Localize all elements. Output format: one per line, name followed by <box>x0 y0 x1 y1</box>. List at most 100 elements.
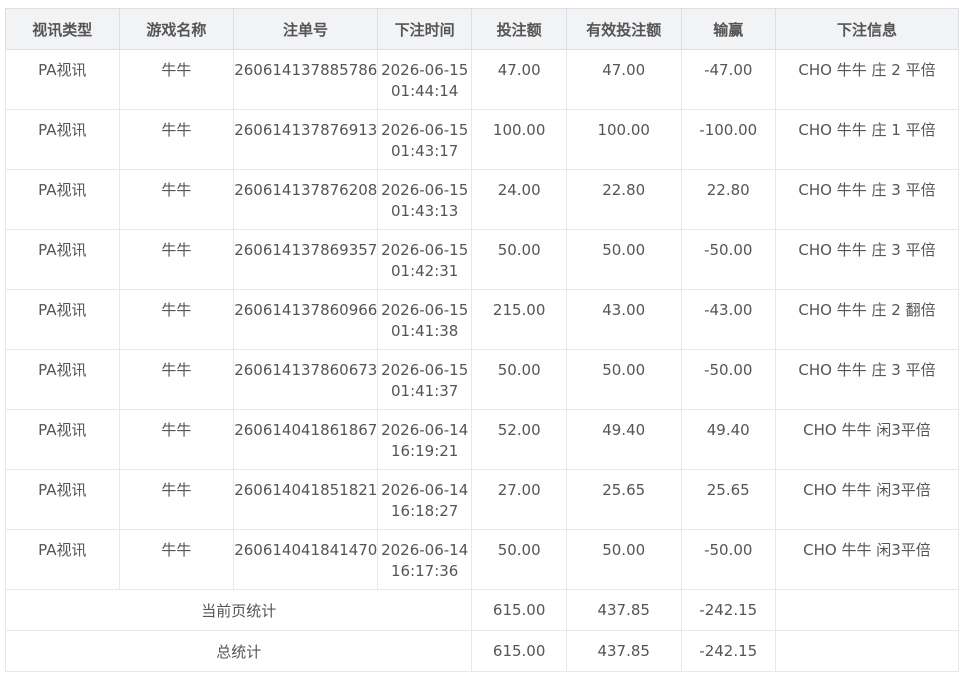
cell-valid-bet: 50.00 <box>565 229 682 290</box>
cell-live-type: PA视讯 <box>5 409 120 470</box>
cell-bet-info: CHO 牛牛 闲3平倍 <box>774 409 960 470</box>
total-win: -242.15 <box>680 630 776 672</box>
table-header-row: 视讯类型 游戏名称 注单号 下注时间 投注额 有效投注额 输赢 下注信息 <box>5 8 960 50</box>
cell-live-type: PA视讯 <box>5 169 120 230</box>
table-row: PA视讯 牛牛 260614137876913 2026-06-15 01:43:17 1… <box>5 109 960 170</box>
cell-game-name: 牛牛 <box>118 409 235 470</box>
cell-order-number: 260614041861867 <box>233 409 378 470</box>
cell-win-loss: -100.00 <box>680 109 776 170</box>
cell-win-loss: -50.00 <box>680 349 776 410</box>
cell-valid-bet: 50.00 <box>565 349 682 410</box>
table-row: PA视讯 牛牛 260614041841470 2026-06-14 16:17:36 5… <box>5 529 960 590</box>
cell-order-number: 260614041851821 <box>233 469 378 530</box>
bet-date: 2026-06-15 <box>381 241 469 259</box>
header-live-type: 视讯类型 <box>5 8 120 50</box>
cell-bet-time: 2026-06-15 01:43:17 <box>376 109 473 170</box>
bet-date: 2026-06-14 <box>381 421 469 439</box>
cell-bet-info: CHO 牛牛 闲3平倍 <box>774 529 960 590</box>
cell-game-name: 牛牛 <box>118 109 235 170</box>
cell-win-loss: 49.40 <box>680 409 776 470</box>
bet-date: 2026-06-14 <box>381 481 469 499</box>
table-row: PA视讯 牛牛 260614041861867 2026-06-14 16:19:21 5… <box>5 409 960 470</box>
header-bet-amount: 投注额 <box>471 8 567 50</box>
cell-bet-info: CHO 牛牛 庄 3 平倍 <box>774 229 960 290</box>
table-row: PA视讯 牛牛 260614137876208 2026-06-15 01:43:13 2… <box>5 169 960 230</box>
bet-date: 2026-06-14 <box>381 541 469 559</box>
cell-bet-info: CHO 牛牛 庄 1 平倍 <box>774 109 960 170</box>
cell-game-name: 牛牛 <box>118 49 235 110</box>
cell-bet-info: CHO 牛牛 庄 2 翻倍 <box>774 289 960 350</box>
cell-bet-info: CHO 牛牛 庄 3 平倍 <box>774 169 960 230</box>
cell-win-loss: -50.00 <box>680 229 776 290</box>
bet-clock-time: 01:42:31 <box>390 262 459 280</box>
cell-bet-time: 2026-06-15 01:42:31 <box>376 229 473 290</box>
cell-bet-time: 2026-06-14 16:18:27 <box>376 469 473 530</box>
cell-live-type: PA视讯 <box>5 49 120 110</box>
cell-game-name: 牛牛 <box>118 169 235 230</box>
bet-date: 2026-06-15 <box>381 301 469 319</box>
cell-bet-time: 2026-06-15 01:43:13 <box>376 169 473 230</box>
bet-clock-time: 16:18:27 <box>390 502 459 520</box>
cell-bet-time: 2026-06-15 01:41:38 <box>376 289 473 350</box>
cell-bet-info: CHO 牛牛 庄 2 平倍 <box>774 49 960 110</box>
cell-game-name: 牛牛 <box>118 229 235 290</box>
summary-valid: 437.85 <box>565 589 682 631</box>
cell-order-number: 260614137869357 <box>233 229 378 290</box>
cell-bet-info: CHO 牛牛 庄 3 平倍 <box>774 349 960 410</box>
cell-order-number: 260614137876913 <box>233 109 378 170</box>
cell-valid-bet: 22.80 <box>565 169 682 230</box>
cell-order-number: 260614137860966 <box>233 289 378 350</box>
bet-date: 2026-06-15 <box>381 61 469 79</box>
cell-valid-bet: 100.00 <box>565 109 682 170</box>
total-summary-row: 总统计 615.00 437.85 -242.15 <box>4 630 960 672</box>
cell-win-loss: 25.65 <box>680 469 776 530</box>
header-bet-info: 下注信息 <box>774 8 960 50</box>
cell-bet-time: 2026-06-15 01:44:14 <box>376 49 473 110</box>
cell-game-name: 牛牛 <box>118 469 235 530</box>
cell-bet-amount: 47.00 <box>471 49 567 110</box>
cell-order-number: 260614137876208 <box>233 169 378 230</box>
cell-bet-amount: 27.00 <box>471 469 567 530</box>
cell-live-type: PA视讯 <box>5 349 120 410</box>
cell-bet-amount: 24.00 <box>471 169 567 230</box>
table-row: PA视讯 牛牛 260614137860966 2026-06-15 01:41:38 2… <box>5 289 960 350</box>
cell-live-type: PA视讯 <box>5 529 120 590</box>
cell-valid-bet: 49.40 <box>565 409 682 470</box>
summary-bet: 615.00 <box>471 589 567 631</box>
table-row: PA视讯 牛牛 260614041851821 2026-06-14 16:18:27 2… <box>5 469 960 530</box>
cell-valid-bet: 25.65 <box>565 469 682 530</box>
bet-records-table: 视讯类型 游戏名称 注单号 下注时间 投注额 有效投注额 输赢 下注信息 PA视… <box>4 8 960 672</box>
header-order-number: 注单号 <box>233 8 378 50</box>
header-bet-time: 下注时间 <box>376 8 473 50</box>
bet-date: 2026-06-15 <box>381 361 469 379</box>
cell-win-loss: -47.00 <box>680 49 776 110</box>
total-label: 总统计 <box>4 630 473 672</box>
cell-bet-amount: 50.00 <box>471 529 567 590</box>
cell-bet-time: 2026-06-14 16:19:21 <box>376 409 473 470</box>
cell-live-type: PA视讯 <box>5 109 120 170</box>
cell-win-loss: -50.00 <box>680 529 776 590</box>
bet-clock-time: 01:44:14 <box>390 82 459 100</box>
cell-win-loss: 22.80 <box>680 169 776 230</box>
table-row: PA视讯 牛牛 260614137885786 2026-06-15 01:44:14 4… <box>5 49 960 110</box>
bet-clock-time: 01:43:17 <box>390 142 459 160</box>
bet-clock-time: 16:19:21 <box>390 442 459 460</box>
summary-label: 当前页统计 <box>4 589 473 631</box>
cell-order-number: 260614137885786 <box>233 49 378 110</box>
table-row: PA视讯 牛牛 260614137860673 2026-06-15 01:41:37 5… <box>5 349 960 410</box>
total-valid: 437.85 <box>565 630 682 672</box>
bet-date: 2026-06-15 <box>381 121 469 139</box>
cell-game-name: 牛牛 <box>118 289 235 350</box>
cell-live-type: PA视讯 <box>5 289 120 350</box>
summary-empty <box>774 589 960 631</box>
total-bet: 615.00 <box>471 630 567 672</box>
cell-valid-bet: 43.00 <box>565 289 682 350</box>
header-game-name: 游戏名称 <box>118 8 235 50</box>
bet-clock-time: 01:41:37 <box>390 382 459 400</box>
summary-win: -242.15 <box>680 589 776 631</box>
total-empty <box>774 630 960 672</box>
cell-valid-bet: 47.00 <box>565 49 682 110</box>
bet-clock-time: 01:43:13 <box>390 202 459 220</box>
header-valid-bet: 有效投注额 <box>565 8 682 50</box>
cell-order-number: 260614041841470 <box>233 529 378 590</box>
